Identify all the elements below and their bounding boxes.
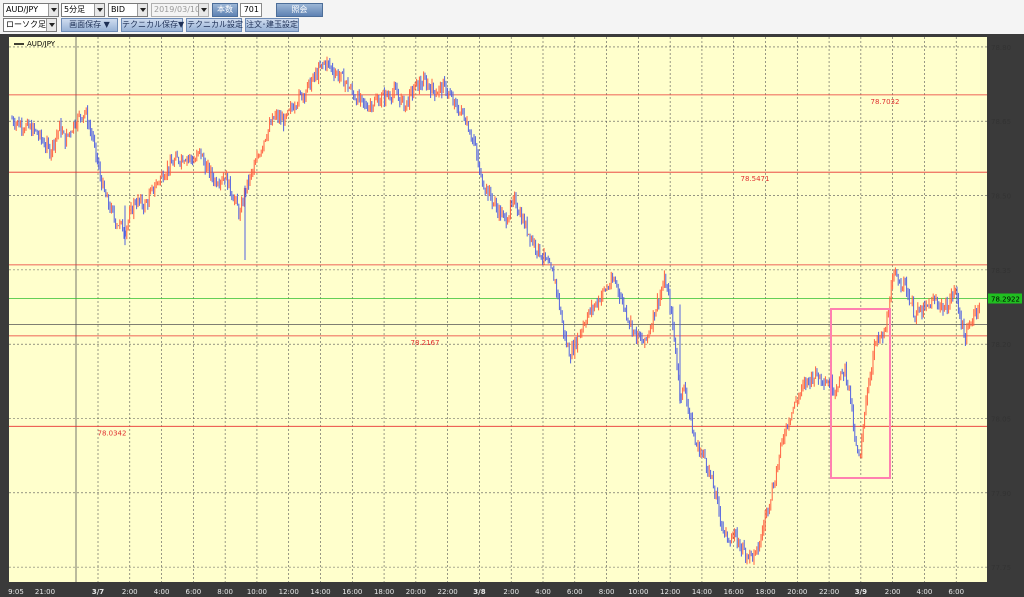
time-tick-label: 4:00 <box>154 588 170 596</box>
time-tick-label: 4:00 <box>917 588 933 596</box>
toolbar: AUD/JPY 5分足 BID 2019/03/10 本数 701 照会 ローソ… <box>0 0 1024 34</box>
price-type-select-value: BID <box>111 5 126 14</box>
order-settings-button[interactable]: 注文･建玉設定 <box>245 18 299 32</box>
time-tick-label: 18:00 <box>755 588 775 596</box>
time-tick-label: 22:00 <box>819 588 839 596</box>
time-tick-label: 16:00 <box>724 588 744 596</box>
time-tick-label: 3/8 <box>473 588 485 596</box>
time-tick-label: 18:00 <box>374 588 394 596</box>
save-screen-button[interactable]: 画面保存 ▼ <box>61 18 118 32</box>
time-tick-label: 3/9 <box>855 588 867 596</box>
time-tick-label: 6:00 <box>185 588 201 596</box>
timeframe-select[interactable]: 5分足 <box>61 3 105 17</box>
technical-settings-button[interactable]: テクニカル設定 <box>186 18 243 32</box>
price-tick-label: 78.20 <box>991 341 1011 349</box>
time-tick-label: 12:00 <box>279 588 299 596</box>
level-label: 78.5471 <box>741 175 770 183</box>
time-tick-label: 14:00 <box>310 588 330 596</box>
timeframe-select-value: 5分足 <box>64 5 86 14</box>
price-tick-label: 77.75 <box>991 564 1011 572</box>
price-chart[interactable]: 78.703278.547178.216778.0342 78.8078.657… <box>0 34 1024 597</box>
fetch-button[interactable]: 照会 <box>276 3 323 17</box>
symbol-select[interactable]: AUD/JPY <box>3 3 59 17</box>
time-tick-label: 8:00 <box>217 588 233 596</box>
time-tick-label: 2:00 <box>503 588 519 596</box>
chevron-down-icon <box>137 4 147 16</box>
chevron-down-icon <box>48 4 58 16</box>
time-tick-label: 20:00 <box>406 588 426 596</box>
time-tick-label: 22:00 <box>438 588 458 596</box>
price-tick-label: 78.05 <box>991 416 1011 424</box>
time-tick-label: 12:00 <box>660 588 680 596</box>
level-label: 78.0342 <box>98 429 127 437</box>
current-price-marker: 78.2922 <box>988 293 1022 304</box>
time-tick-label: 10:00 <box>628 588 648 596</box>
time-tick-label: 6:00 <box>948 588 964 596</box>
price-tick-label: 78.80 <box>991 44 1011 52</box>
date-select[interactable]: 2019/03/10 <box>151 3 209 17</box>
bars-count-input[interactable]: 701 <box>240 3 262 17</box>
chevron-down-icon <box>46 19 56 31</box>
chevron-down-icon <box>198 4 208 16</box>
save-technical-button[interactable]: テクニカル保存▼ <box>121 18 184 32</box>
price-tick-label: 77.90 <box>991 490 1011 498</box>
time-tick-label: 16:00 <box>342 588 362 596</box>
chevron-down-icon <box>94 4 104 16</box>
level-label: 78.7032 <box>871 98 900 106</box>
time-tick-label: 10:00 <box>247 588 267 596</box>
price-type-select[interactable]: BID <box>108 3 148 17</box>
time-tick-label: 20:00 <box>787 588 807 596</box>
time-tick-label: 6:00 <box>567 588 583 596</box>
chart-type-select-value: ローソク足 <box>6 20 46 29</box>
bars-button[interactable]: 本数 <box>212 3 238 17</box>
time-tick-label: 2:00 <box>122 588 138 596</box>
symbol-select-value: AUD/JPY <box>6 5 39 14</box>
price-tick-label: 78.50 <box>991 193 1011 201</box>
date-select-value: 2019/03/10 <box>154 5 201 14</box>
chart-type-select[interactable]: ローソク足 <box>3 18 57 32</box>
time-axis: 9:05 21:00 3/7 2:00 4:00 6:00 8:00 10:00 12:00 14… <box>8 588 964 596</box>
time-tick-label: 14:00 <box>692 588 712 596</box>
level-label: 78.2167 <box>411 339 440 347</box>
price-tick-label: 78.65 <box>991 118 1011 126</box>
time-tick-label: 3/7 <box>92 588 104 596</box>
price-axis: 78.80 78.65 78.50 78.35 78.20 78.05 77.90 77.75 <box>991 44 1011 572</box>
price-tick-label: 78.35 <box>991 267 1011 275</box>
current-price-label: 78.2922 <box>991 296 1020 304</box>
time-tick-label: 21:00 <box>35 588 55 596</box>
time-tick-label: 2:00 <box>885 588 901 596</box>
time-tick-label: 4:00 <box>535 588 551 596</box>
time-tick-label: 8:00 <box>599 588 615 596</box>
time-tick-label: 9:05 <box>8 588 24 596</box>
legend-label: AUD/JPY <box>27 40 56 48</box>
